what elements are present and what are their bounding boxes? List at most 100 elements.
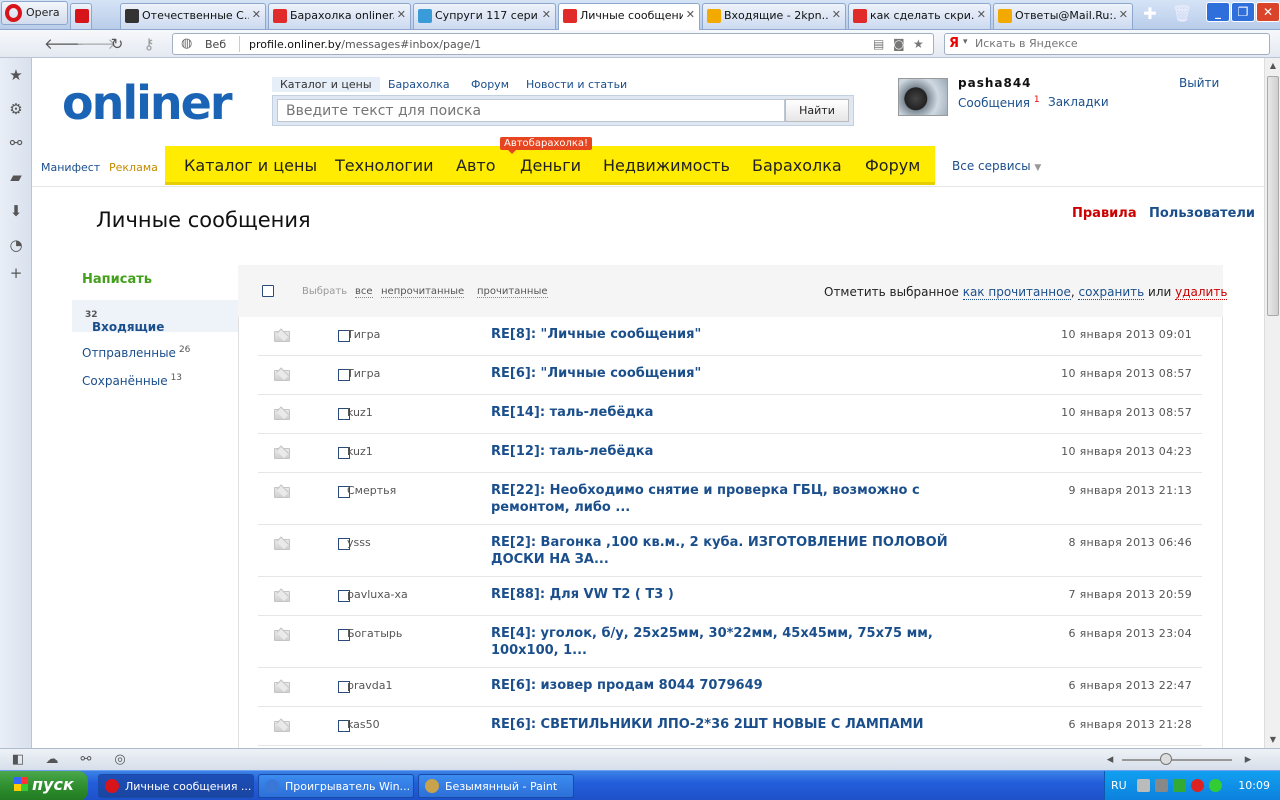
message-subject[interactable]: RE[22]: Необходимо снятие и проверка ГБЦ… (491, 482, 991, 516)
close-tab-icon[interactable]: ✕ (542, 8, 551, 21)
close-tab-icon[interactable]: ✕ (832, 8, 841, 21)
minimize-icon[interactable]: _ (1206, 2, 1230, 22)
close-tab-icon[interactable]: ✕ (397, 8, 406, 21)
message-subject[interactable]: RE[6]: "Личные сообщения" (491, 365, 991, 382)
search-engine-dropdown-icon[interactable]: ▾ (963, 37, 968, 47)
message-sender[interactable]: kuz1 (347, 406, 373, 419)
close-tab-icon[interactable]: ✕ (1119, 8, 1128, 21)
message-subject[interactable]: RE[14]: таль-лебёдка (491, 404, 991, 421)
zoom-in-icon[interactable]: ▸ (1240, 752, 1256, 768)
address-url[interactable]: profile.onliner.by/messages#inbox/page/1 (249, 38, 481, 51)
nav-technologies[interactable]: Технологии (335, 156, 434, 175)
close-tab-icon[interactable]: ✕ (252, 8, 261, 21)
language-indicator[interactable]: RU (1111, 779, 1127, 792)
user-name[interactable]: pasha844 (958, 76, 1032, 90)
search-tab-news[interactable]: Новости и статьи (526, 78, 627, 91)
select-read-link[interactable]: прочитанные (477, 286, 548, 298)
tray-opera-icon[interactable] (1191, 779, 1204, 792)
address-field[interactable]: ◍ Веб profile.onliner.by/messages#inbox/… (172, 33, 934, 55)
cloud-icon[interactable]: ☁ (44, 752, 60, 768)
message-row[interactable]: Богатырь RE[4]: уголок, б/у, 25x25мм, 30*… (258, 616, 1202, 668)
browser-tab[interactable]: Супруги 117 сери... ✕ (413, 3, 556, 29)
tray-volume-icon[interactable] (1155, 779, 1168, 792)
browser-tab[interactable]: Барахолка onliner... ✕ (268, 3, 411, 29)
scroll-down-icon[interactable]: ▼ (1267, 734, 1279, 746)
browser-tab[interactable]: Личные сообщения ✕ (558, 3, 700, 30)
zoom-knob[interactable] (1160, 753, 1172, 765)
compose-link[interactable]: Написать (82, 272, 152, 287)
folder-sent[interactable]: Отправленные 26 (82, 345, 190, 360)
zoom-out-icon[interactable]: ◂ (1102, 752, 1118, 768)
tray-security-icon[interactable] (1173, 779, 1186, 792)
message-sender[interactable]: ysss (347, 536, 371, 549)
taskbar-button[interactable]: Безымянный - Paint (418, 774, 574, 798)
site-search-button[interactable]: Найти (785, 99, 849, 122)
scroll-thumb[interactable] (1267, 76, 1279, 316)
mark-read-link[interactable]: как прочитанное (962, 285, 1071, 300)
message-row[interactable]: Тигра RE[6]: "Личные сообщения" 10 января … (258, 356, 1202, 395)
tray-app-icon[interactable] (1137, 779, 1150, 792)
taskbar-button[interactable]: Проигрыватель Win... (258, 774, 414, 798)
message-row[interactable]: Смертья RE[22]: Необходимо снятие и прове… (258, 473, 1202, 525)
onliner-logo[interactable]: onliner (62, 76, 233, 130)
select-all-checkbox[interactable] (262, 285, 274, 297)
search-tab-catalog[interactable]: Каталог и цены (272, 77, 380, 92)
back-icon[interactable]: 🡐 (44, 35, 84, 53)
message-row[interactable]: pravda1 RE[6]: изовер продам 8044 7079649… (258, 668, 1202, 707)
message-sender[interactable]: Смертья (347, 484, 396, 497)
forward-icon[interactable]: 🡒 (76, 35, 116, 53)
nav-catalog[interactable]: Каталог и цены (184, 156, 317, 175)
message-sender[interactable]: pavluxa-xa (347, 588, 408, 601)
scroll-up-icon[interactable]: ▲ (1267, 60, 1279, 72)
close-tab-icon[interactable]: ✕ (977, 8, 986, 21)
message-sender[interactable]: Тигра (347, 328, 380, 341)
nav-money[interactable]: Деньги (520, 156, 581, 175)
panel-toggle-icon[interactable]: ◧ (10, 752, 26, 768)
message-row[interactable]: kas50 RE[6]: СВЕТИЛЬНИКИ ЛПО-2*36 2ШТ НОВ… (258, 707, 1202, 746)
message-row[interactable]: kuz1 RE[14]: таль-лебёдка 10 января 2013 0… (258, 395, 1202, 434)
nav-forum[interactable]: Форум (865, 156, 920, 175)
browser-tab[interactable] (70, 3, 92, 29)
key-icon[interactable]: ⚷ (140, 35, 158, 53)
bookmarks-star-icon[interactable]: ★ (7, 66, 25, 84)
notes-icon[interactable]: ▰ (7, 168, 25, 186)
message-subject[interactable]: RE[2]: Вагонка ,100 кв.м., 2 куба. ИЗГОТ… (491, 534, 991, 568)
new-tab-icon[interactable]: ✚ (1140, 5, 1160, 23)
page-icon[interactable]: ▤ (873, 37, 884, 51)
nav-baraholka[interactable]: Барахолка (752, 156, 842, 175)
settings-gear-icon[interactable]: ⚙ (7, 100, 25, 118)
users-link[interactable]: Пользователи (1149, 206, 1255, 221)
downloads-icon[interactable]: ⬇ (7, 202, 25, 220)
unite-icon[interactable]: ⚯ (78, 752, 94, 768)
message-row[interactable]: ysss RE[2]: Вагонка ,100 кв.м., 2 куба. И… (258, 525, 1202, 577)
maximize-icon[interactable]: ❐ (1231, 2, 1255, 22)
auto-badge[interactable]: Автобарахолка! (500, 137, 593, 154)
browser-tab[interactable]: Отечественные С... ✕ (120, 3, 266, 29)
add-panel-icon[interactable]: + (7, 264, 25, 282)
turbo-icon[interactable]: ◎ (112, 752, 128, 768)
rss-icon[interactable]: ◙ (893, 37, 905, 51)
opera-menu-button[interactable]: Opera (1, 1, 68, 25)
share-icon[interactable]: ⚯ (7, 134, 25, 152)
bookmark-star-icon[interactable]: ★ (913, 37, 924, 51)
start-button[interactable]: пуск (0, 771, 88, 800)
reload-icon[interactable]: ↻ (108, 35, 126, 53)
nav-auto[interactable]: Авто (456, 156, 495, 175)
messages-link[interactable]: Сообщения 1 (958, 95, 1040, 110)
save-link[interactable]: сохранить (1078, 285, 1145, 300)
browser-tab[interactable]: Ответы@Mail.Ru:... ✕ (993, 3, 1133, 29)
page-scrollbar[interactable]: ▲ ▼ (1264, 58, 1280, 748)
bookmarks-link[interactable]: Закладки (1048, 95, 1109, 109)
web-search-input[interactable] (975, 37, 1255, 50)
close-tab-icon[interactable]: ✕ (686, 8, 695, 21)
nav-realty[interactable]: Недвижимость (603, 156, 730, 175)
message-subject[interactable]: RE[6]: СВЕТИЛЬНИКИ ЛПО-2*36 2ШТ НОВЫЕ С … (491, 716, 991, 733)
message-row[interactable]: Тигра RE[8]: "Личные сообщения" 10 января … (258, 317, 1202, 356)
message-sender[interactable]: kuz1 (347, 445, 373, 458)
browser-tab[interactable]: как сделать скри... ✕ (848, 3, 991, 29)
manifest-link[interactable]: Манифест (41, 161, 100, 174)
site-search-input[interactable] (277, 99, 785, 122)
message-row[interactable]: pavluxa-xa RE[88]: Для VW T2 ( T3 ) 7 янва… (258, 577, 1202, 616)
message-subject[interactable]: RE[6]: изовер продам 8044 7079649 (491, 677, 991, 694)
web-search-field[interactable]: Я ▾ (944, 33, 1270, 55)
